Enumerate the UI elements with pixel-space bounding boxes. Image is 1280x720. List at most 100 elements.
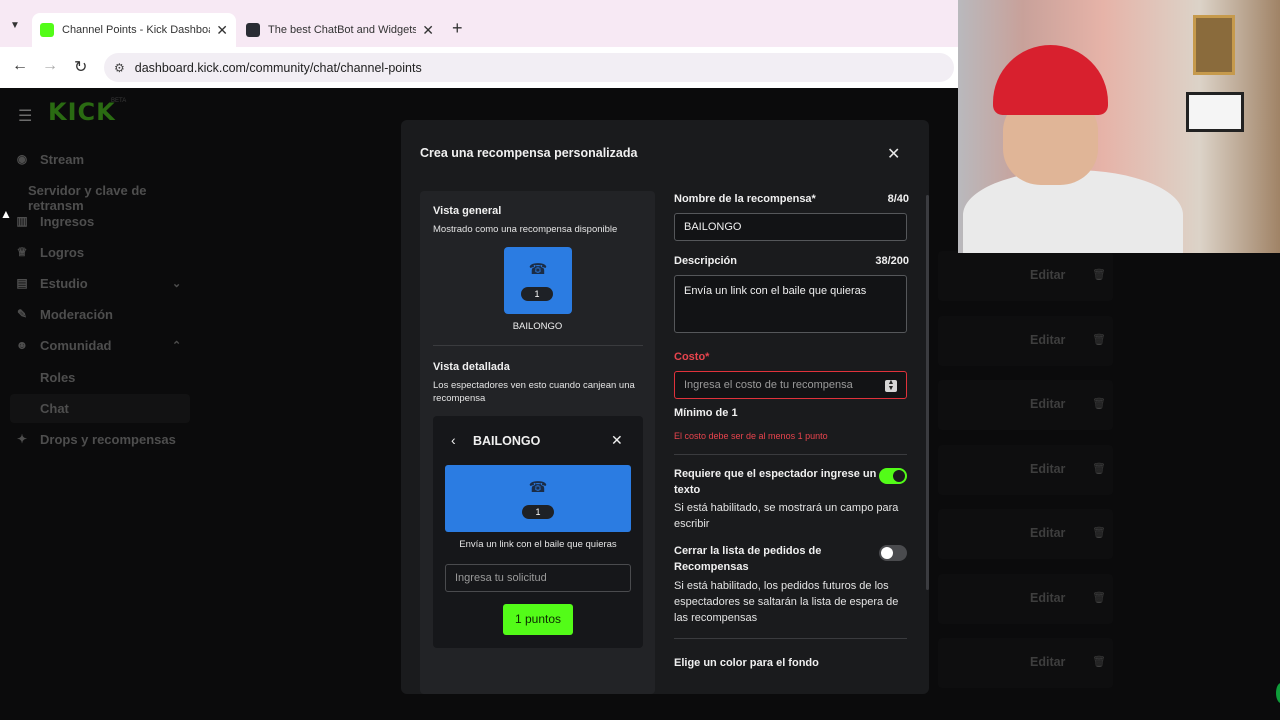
close-tab-icon[interactable]: ✕ [216,22,228,39]
sidebar-item-label: Drops y recompensas [40,431,176,447]
redeem-points-button: 1 puntos [503,604,573,635]
trash-icon[interactable]: 🗑 [1092,655,1106,668]
chart-icon: ▥ [16,214,28,228]
sidebar-item-label: Comunidad [40,337,112,353]
broadcast-icon: ◉ [16,152,28,166]
tab-title: Channel Points - Kick Dashboar [62,24,211,36]
sidebar: ☰ KICK BETA ◉ Stream Servidor y clave de… [0,88,200,720]
back-arrow-icon[interactable]: ← [12,57,28,75]
browser-tab-chatbot[interactable]: The best ChatBot and Widgets f ✕ [238,13,442,47]
reward-preview-panel: Vista general Mostrado como una recompen… [420,191,655,694]
description-label: Descripción [674,255,737,267]
close-icon[interactable]: ✕ [887,144,900,164]
list-item: Editar 🗑 [938,638,1113,688]
edit-button[interactable]: Editar [1030,397,1065,411]
edit-button[interactable]: Editar [1030,268,1065,282]
list-item: Editar 🗑 [938,251,1113,301]
close-tab-icon[interactable]: ✕ [422,22,434,39]
detail-reward-description: Envía un link con el baile que quieras [459,539,617,550]
reward-cost-badge: 1 [522,505,554,519]
url-text: dashboard.kick.com/community/chat/channe… [134,60,422,75]
edit-button[interactable]: Editar [1030,333,1065,347]
description-counter: 38/200 [875,255,909,267]
detail-reward-title: BAILONGO [473,434,541,448]
list-item: Editar 🗑 [938,316,1113,366]
browser-tab-channel-points[interactable]: Channel Points - Kick Dashboar ✕ [32,13,236,47]
users-icon: ☻ [15,338,29,352]
close-queue-toggle[interactable] [879,545,907,561]
divider [433,345,643,346]
chevron-down-icon: ⌄ [172,277,182,290]
tab-title: The best ChatBot and Widgets f [268,24,417,36]
require-text-label: Requiere que el espectador ingrese un te… [674,468,877,496]
kick-favicon-icon [40,23,54,37]
reward-cost-badge: 1 [521,287,553,301]
close-icon: ✕ [611,432,623,448]
edit-button[interactable]: Editar [1030,526,1065,540]
detail-view-subtitle: Los espectadores ven esto cuando canjean… [433,380,635,404]
sidebar-item-drops[interactable]: ✦ Drops y recompensas [14,427,176,451]
sidebar-item-chat[interactable]: Chat [10,394,190,423]
tab-search-chevron-icon[interactable]: ▼ [10,20,20,31]
menu-icon[interactable]: ☰ [18,106,32,126]
whiteboard [1186,92,1244,132]
edit-button[interactable]: Editar [1030,591,1065,605]
sidebar-item-moderacion[interactable]: ✎ Moderación [14,302,113,326]
trash-icon[interactable]: 🗑 [1092,591,1106,604]
streamer-cap [993,45,1108,115]
require-text-toggle[interactable] [879,468,907,484]
chevron-up-icon: ⌃ [172,339,182,352]
divider [674,638,907,639]
sidebar-item-comunidad[interactable]: ☻ Comunidad ⌃ [14,333,182,357]
webcam-overlay [958,0,1280,253]
reward-name-counter: 8/40 [887,193,909,205]
modal-scrollbar[interactable] [926,195,929,590]
list-item: Editar 🗑 [938,574,1113,624]
reward-name-input[interactable]: BAILONGO [674,213,907,241]
wrench-icon: ✎ [16,307,28,321]
edit-button[interactable]: Editar [1030,462,1065,476]
kick-logo[interactable]: KICK [48,98,116,126]
cost-input[interactable]: Ingresa el costo de tu recompensa ▲ ▼ [674,371,907,399]
create-reward-modal: Crea una recompensa personalizada ✕ Vist… [401,120,929,694]
cost-minimum-note: Mínimo de 1 [674,407,738,419]
new-tab-plus-icon[interactable]: + [452,18,463,39]
reload-icon[interactable]: ↻ [74,57,87,77]
reward-tile-name: BAILONGO [512,321,563,332]
divider [674,454,907,455]
studio-icon: ▤ [16,276,28,290]
list-item: Editar 🗑 [938,380,1113,430]
detail-preview-card: ‹ BAILONGO ✕ ☎ 1 Envía un link con el ba… [433,416,643,648]
general-view-subtitle: Mostrado como una recompensa disponible [433,224,618,235]
sidebar-item-label: Stream [40,151,85,167]
detail-view-heading: Vista detallada [433,361,510,373]
url-field[interactable]: ⚙ dashboard.kick.com/community/chat/chan… [104,53,954,82]
trash-icon[interactable]: 🗑 [1092,462,1106,475]
wall-picture [1193,15,1235,75]
description-textarea[interactable]: Envía un link con el baile que quieras [674,275,907,333]
sidebar-item-estudio[interactable]: ▤ Estudio ⌄ [14,271,181,295]
reward-tile: ☎ 1 [504,247,572,314]
trash-icon[interactable]: 🗑 [1092,333,1106,346]
close-queue-help: Si está habilitado, los pedidos futuros … [674,580,899,624]
sidebar-item-label: Ingresos [40,213,95,229]
sidebar-item-logros[interactable]: ♕ Logros [14,240,84,264]
edit-button[interactable]: Editar [1030,655,1065,669]
general-view-heading: Vista general [433,205,502,217]
cost-placeholder: Ingresa el costo de tu recompensa [684,379,853,391]
forward-arrow-icon[interactable]: → [42,57,58,75]
modal-title: Crea una recompensa personalizada [420,146,638,160]
browser-tab-strip: ▼ Channel Points - Kick Dashboar ✕ The b… [0,0,958,47]
trash-icon[interactable]: 🗑 [1092,268,1106,281]
trash-icon[interactable]: 🗑 [1092,526,1106,539]
number-stepper-icon[interactable]: ▲ ▼ [885,379,897,392]
site-settings-icon[interactable]: ⚙ [114,61,125,75]
list-item: Editar 🗑 [938,445,1113,495]
background-color-label: Elige un color para el fondo [674,657,819,669]
sidebar-item-roles[interactable]: Roles [40,370,75,385]
cost-label: Costo* [674,351,710,363]
trash-icon[interactable]: 🗑 [1092,397,1106,410]
require-text-help: Si está habilitado, se mostrará un campo… [674,502,899,530]
sidebar-item-stream[interactable]: ◉ Stream [14,147,84,171]
sidebar-item-ingresos[interactable]: ▥ Ingresos [14,209,94,233]
